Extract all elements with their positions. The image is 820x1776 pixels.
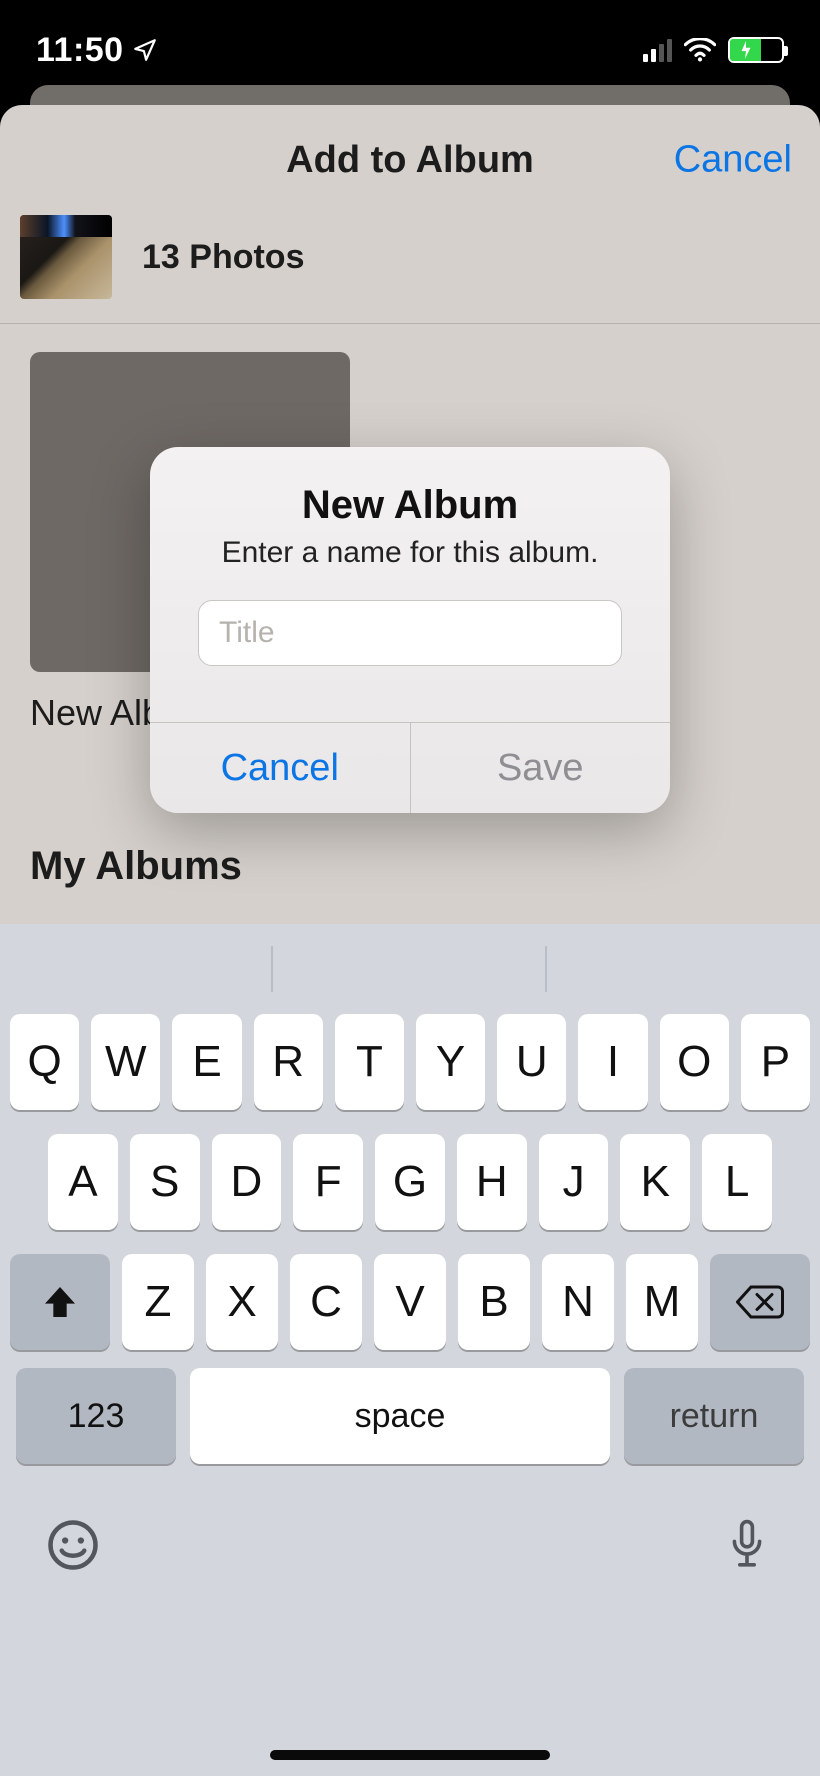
status-right xyxy=(643,37,784,63)
battery-icon xyxy=(728,37,784,63)
key-k[interactable]: K xyxy=(620,1134,690,1230)
key-v[interactable]: V xyxy=(374,1254,446,1350)
alert-message: Enter a name for this album. xyxy=(178,536,642,570)
wifi-icon xyxy=(684,38,716,62)
key-q[interactable]: Q xyxy=(10,1014,79,1110)
cell-signal-icon xyxy=(643,38,672,62)
key-p[interactable]: P xyxy=(741,1014,810,1110)
home-indicator[interactable] xyxy=(270,1750,550,1760)
key-s[interactable]: S xyxy=(130,1134,200,1230)
key-j[interactable]: J xyxy=(539,1134,609,1230)
key-f[interactable]: F xyxy=(293,1134,363,1230)
key-b[interactable]: B xyxy=(458,1254,530,1350)
key-m[interactable]: M xyxy=(626,1254,698,1350)
key-g[interactable]: G xyxy=(375,1134,445,1230)
key-t[interactable]: T xyxy=(335,1014,404,1110)
suggestion-bar xyxy=(0,924,820,1014)
key-z[interactable]: Z xyxy=(122,1254,194,1350)
backspace-key[interactable] xyxy=(710,1254,810,1350)
alert-save-button[interactable]: Save xyxy=(411,723,671,813)
key-y[interactable]: Y xyxy=(416,1014,485,1110)
key-r[interactable]: R xyxy=(254,1014,323,1110)
emoji-icon[interactable] xyxy=(46,1518,100,1572)
key-a[interactable]: A xyxy=(48,1134,118,1230)
numbers-key[interactable]: 123 xyxy=(16,1368,176,1464)
return-key[interactable]: return xyxy=(624,1368,804,1464)
key-u[interactable]: U xyxy=(497,1014,566,1110)
key-w[interactable]: W xyxy=(91,1014,160,1110)
key-i[interactable]: I xyxy=(578,1014,647,1110)
dictation-icon[interactable] xyxy=(720,1518,774,1572)
key-e[interactable]: E xyxy=(172,1014,241,1110)
location-icon xyxy=(132,37,158,63)
alert-cancel-button[interactable]: Cancel xyxy=(150,723,411,813)
keyboard: QWERTYUIOP ASDFGHJKL ZXCVBNM 123 space r… xyxy=(0,924,820,1776)
suggestion-slot[interactable] xyxy=(0,924,273,1014)
album-title-input[interactable] xyxy=(217,615,603,651)
suggestion-slot[interactable] xyxy=(547,924,820,1014)
space-key[interactable]: space xyxy=(190,1368,610,1464)
suggestion-slot[interactable] xyxy=(273,924,546,1014)
alert-title: New Album xyxy=(178,483,642,528)
key-h[interactable]: H xyxy=(457,1134,527,1230)
charging-icon xyxy=(739,41,753,59)
add-to-album-sheet: Add to Album Cancel 13 Photos New Album.… xyxy=(0,105,820,1776)
key-x[interactable]: X xyxy=(206,1254,278,1350)
alert-input-wrap[interactable] xyxy=(198,600,622,666)
key-n[interactable]: N xyxy=(542,1254,614,1350)
status-time: 11:50 xyxy=(36,31,124,70)
new-album-alert: New Album Enter a name for this album. C… xyxy=(150,447,670,813)
key-l[interactable]: L xyxy=(702,1134,772,1230)
shift-key[interactable] xyxy=(10,1254,110,1350)
key-o[interactable]: O xyxy=(660,1014,729,1110)
status-time-group: 11:50 xyxy=(36,31,158,70)
key-d[interactable]: D xyxy=(212,1134,282,1230)
key-c[interactable]: C xyxy=(290,1254,362,1350)
